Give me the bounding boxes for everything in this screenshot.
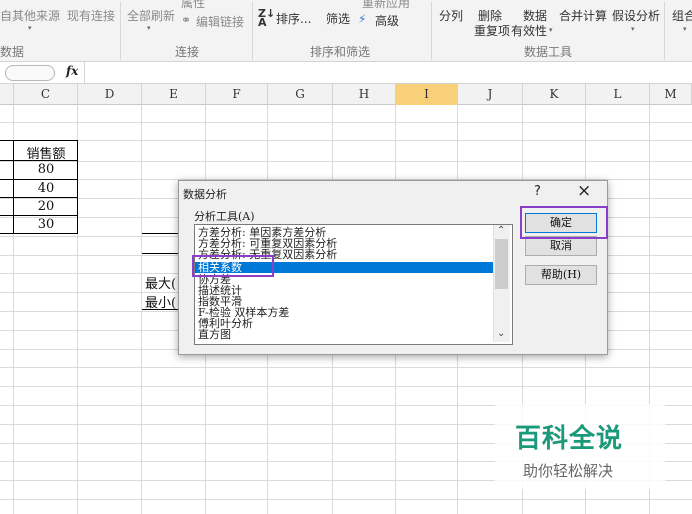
- column-header-d[interactable]: D: [78, 84, 142, 105]
- group-label-connections: 连接: [175, 45, 200, 59]
- column-header-e[interactable]: E: [142, 84, 206, 105]
- filter-button[interactable]: 筛选: [326, 10, 350, 27]
- ribbon: 自其他来源 ▾ 现有连接 全部刷新 ▾ 属性 ⚭ 编辑链接 Z↓ A 排序... …: [0, 0, 692, 62]
- cell-c-value[interactable]: 20: [14, 199, 78, 214]
- cell-c-value[interactable]: 30: [14, 217, 78, 232]
- chevron-down-icon: ▾: [683, 25, 687, 33]
- refresh-all-button[interactable]: 全部刷新: [127, 7, 175, 24]
- scroll-thumb[interactable]: [495, 239, 508, 289]
- properties-button[interactable]: 属性: [181, 0, 205, 11]
- from-other-sources-button[interactable]: 自其他来源: [0, 7, 60, 24]
- column-header-g[interactable]: G: [268, 84, 333, 105]
- column-header-l[interactable]: L: [586, 84, 650, 105]
- advanced-button[interactable]: 高级: [375, 12, 399, 29]
- list-item[interactable]: 直方图: [198, 329, 231, 340]
- scroll-up-icon[interactable]: ⌃: [497, 225, 505, 236]
- cell-c-header[interactable]: 销售额: [14, 143, 78, 162]
- group-label-get-external: 数据: [0, 45, 25, 59]
- what-if-analysis-button[interactable]: 假设分析: [612, 7, 660, 24]
- scroll-down-icon[interactable]: ⌄: [497, 328, 505, 339]
- help-icon[interactable]: ?: [534, 184, 541, 199]
- edit-links-button[interactable]: 编辑链接: [196, 13, 244, 30]
- chevron-down-icon: ▾: [549, 26, 553, 34]
- analysis-tools-label: 分析工具(A): [194, 210, 255, 223]
- column-header-row: C D E F G H I J K L M: [0, 84, 692, 105]
- column-header-c[interactable]: C: [14, 84, 78, 105]
- column-header-k[interactable]: K: [523, 84, 586, 105]
- annotation-box-ok: [520, 206, 608, 239]
- annotation-box-item: [192, 255, 274, 277]
- column-header-m[interactable]: M: [650, 84, 692, 105]
- formula-bar: fx: [0, 62, 692, 84]
- consolidate-button[interactable]: 合并计算: [559, 7, 607, 24]
- group-label-data-tools: 数据工具: [524, 45, 573, 59]
- insert-function-icon[interactable]: fx: [66, 64, 78, 78]
- chevron-down-icon: ▾: [28, 24, 32, 32]
- chevron-down-icon: ▾: [631, 25, 635, 33]
- column-header-f[interactable]: F: [206, 84, 268, 105]
- existing-connections-button[interactable]: 现有连接: [67, 7, 115, 24]
- column-header-h[interactable]: H: [333, 84, 396, 105]
- cell-max-label[interactable]: 最大(: [145, 273, 176, 292]
- cancel-button[interactable]: 取消: [525, 236, 597, 256]
- watermark: 百科全说 助你轻松解决: [495, 404, 665, 489]
- watermark-subtitle: 助你轻松解决: [523, 462, 614, 480]
- link-icon: ⚭: [181, 13, 192, 27]
- watermark-title: 百科全说: [515, 424, 624, 454]
- help-button[interactable]: 帮助(H): [525, 265, 597, 285]
- name-box-end[interactable]: [5, 65, 55, 81]
- sort-az-icon: Z↓ A: [258, 7, 276, 29]
- group-label-sort-filter: 排序和筛选: [310, 45, 371, 59]
- group-button[interactable]: 组合: [672, 7, 692, 24]
- formula-input[interactable]: [85, 62, 692, 83]
- analysis-tools-list[interactable]: 方差分析: 单因素方差分析 方差分析: 可重复双因素分析 方差分析: 无重复双因…: [194, 224, 513, 345]
- advanced-filter-icon: ⚡: [358, 12, 367, 26]
- data-validation-label-2[interactable]: 有效性: [511, 22, 547, 39]
- close-icon[interactable]: ×: [577, 181, 591, 201]
- chevron-down-icon: ▾: [147, 24, 151, 32]
- column-header-i[interactable]: I: [396, 84, 458, 105]
- cell-c-value[interactable]: 80: [14, 162, 78, 177]
- text-to-columns-button[interactable]: 分列: [439, 7, 463, 24]
- column-header-j[interactable]: J: [458, 84, 523, 105]
- sort-button[interactable]: 排序...: [276, 10, 311, 27]
- dialog-title: 数据分析: [183, 188, 227, 201]
- reapply-button[interactable]: 重新应用: [362, 0, 410, 11]
- remove-duplicates-label-2[interactable]: 重复项: [474, 22, 510, 39]
- cell-c-value[interactable]: 40: [14, 181, 78, 196]
